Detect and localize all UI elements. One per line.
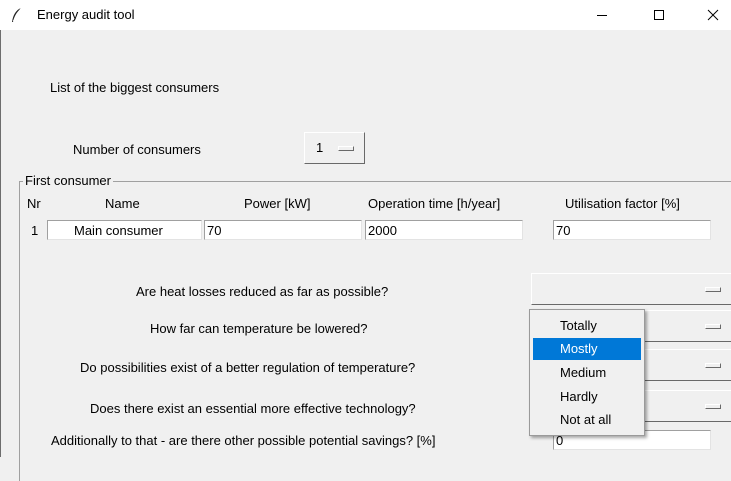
power-field[interactable]: 70 xyxy=(204,220,362,240)
section-heading: List of the biggest consumers xyxy=(50,80,220,95)
group-label: First consumer xyxy=(23,173,113,188)
operation-time-field[interactable]: 2000 xyxy=(365,220,523,240)
window-left-border xyxy=(0,0,1,457)
heat-losses-select[interactable] xyxy=(531,273,731,305)
option-indicator-icon xyxy=(705,287,721,292)
row-number: 1 xyxy=(31,223,39,238)
consumer-count-select[interactable]: 1 xyxy=(304,132,365,164)
menu-option-mostly[interactable]: Mostly xyxy=(533,338,641,360)
question-temperature-lowered: How far can temperature be lowered? xyxy=(150,321,368,336)
consumer-count-label: Number of consumers xyxy=(73,142,201,157)
menu-option-not-at-all[interactable]: Not at all xyxy=(533,409,641,431)
header-utilisation-factor: Utilisation factor [%] xyxy=(565,196,680,211)
menu-option-totally[interactable]: Totally xyxy=(533,315,641,337)
menu-option-medium[interactable]: Medium xyxy=(533,362,641,384)
question-technology: Does there exist an essential more effec… xyxy=(90,401,416,416)
question-heat-losses: Are heat losses reduced as far as possib… xyxy=(136,284,389,299)
utilisation-factor-field[interactable]: 70 xyxy=(553,220,711,240)
option-indicator-icon xyxy=(705,324,721,329)
minimize-button[interactable] xyxy=(579,0,625,30)
question-regulation: Do possibilities exist of a better regul… xyxy=(80,360,416,375)
option-indicator-icon xyxy=(338,146,354,151)
option-indicator-icon xyxy=(705,404,721,409)
maximize-button[interactable] xyxy=(636,0,682,30)
close-button[interactable] xyxy=(690,0,731,30)
header-power: Power [kW] xyxy=(244,196,311,211)
option-indicator-icon xyxy=(705,363,721,368)
header-nr: Nr xyxy=(27,196,41,211)
dropdown-menu: Totally Mostly Medium Hardly Not at all xyxy=(529,309,645,436)
menu-option-hardly[interactable]: Hardly xyxy=(533,386,641,408)
header-operation-time: Operation time [h/year] xyxy=(368,196,501,211)
feather-icon xyxy=(8,6,26,24)
consumer-name-field[interactable]: Main consumer xyxy=(47,220,202,240)
question-other-savings: Additionally to that - are there other p… xyxy=(51,433,436,448)
title-bar[interactable]: Energy audit tool xyxy=(0,0,731,30)
window-title: Energy audit tool xyxy=(37,7,135,22)
header-name: Name xyxy=(105,196,140,211)
consumer-count-value: 1 xyxy=(316,140,324,155)
